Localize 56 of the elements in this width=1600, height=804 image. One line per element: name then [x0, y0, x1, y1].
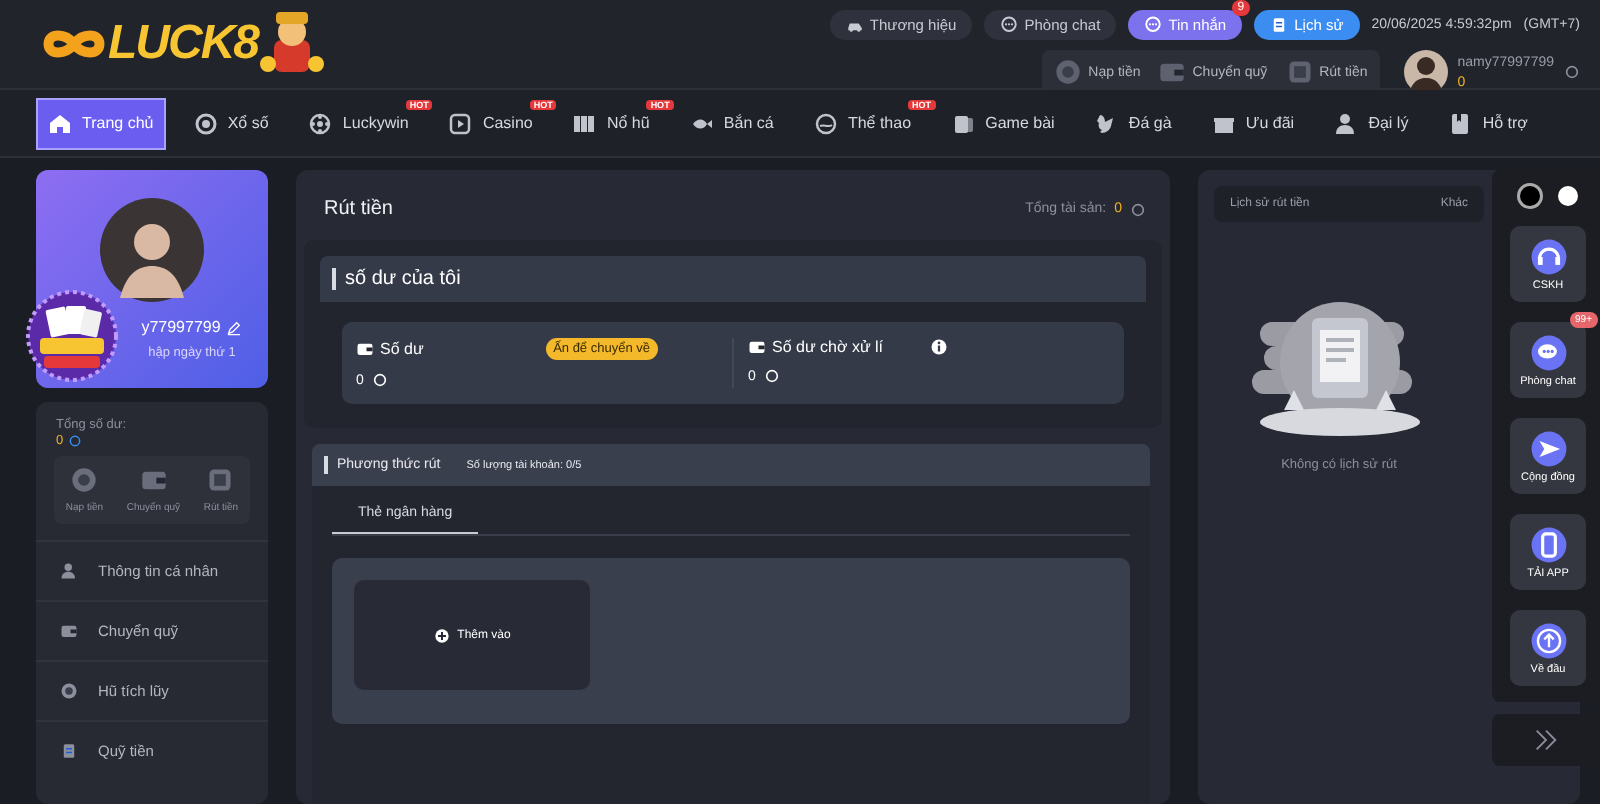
bird-icon: [1094, 111, 1119, 135]
balance-label: Số dư: [380, 340, 424, 358]
nav-tab[interactable]: Game bài: [939, 97, 1067, 149]
theme-toggle[interactable]: [1557, 186, 1577, 206]
document-icon: [1270, 16, 1289, 34]
wallet-icon: [1158, 58, 1187, 86]
nav-tab[interactable]: Ưu đãi: [1199, 97, 1307, 149]
send-icon: [1529, 429, 1567, 467]
play-icon: [448, 111, 473, 135]
chat-icon: [1000, 16, 1019, 34]
wallet-icon: [748, 338, 766, 356]
home-icon: [48, 111, 72, 135]
avatar: [100, 198, 204, 302]
section-title: số dư của tôi: [345, 268, 461, 290]
nav-tab[interactable]: Xổ số: [181, 97, 281, 149]
refresh-icon: [763, 368, 780, 384]
ring-icon: [193, 111, 218, 135]
chat-icon: [1144, 16, 1163, 34]
nav-tab[interactable]: Đá gà: [1082, 97, 1184, 149]
grid-icon: [572, 111, 597, 135]
info-icon: [929, 338, 948, 356]
coin-icon: [70, 466, 99, 494]
person-icon: [60, 562, 78, 580]
refresh-icon: [371, 372, 388, 388]
safe-icon: [1285, 58, 1314, 86]
book-icon: [1448, 111, 1473, 135]
coin-icon: [1054, 58, 1083, 86]
person-icon: [1334, 111, 1359, 135]
chevrons-icon: [1532, 726, 1560, 754]
card-icon: [951, 111, 976, 135]
phone-icon: [1529, 525, 1567, 563]
ball-icon: [308, 111, 333, 135]
plus-icon: [433, 627, 450, 643]
document-icon: [60, 742, 78, 760]
nav-tab[interactable]: Đại lý: [1322, 97, 1421, 149]
refresh-icon: [1130, 201, 1146, 217]
profile-username: y77997799: [141, 318, 221, 336]
refresh-icon: [67, 434, 82, 448]
nav-tab[interactable]: Trang chủ: [36, 97, 166, 149]
balance-label: Số dư chờ xử lí: [772, 338, 884, 356]
swirl-icon: [813, 111, 838, 135]
wallet-icon: [60, 622, 78, 640]
wallet-icon: [139, 466, 168, 494]
arrow-up-icon: [1529, 621, 1567, 659]
nav-tab[interactable]: Bắn cá: [677, 97, 786, 149]
safe-icon: [206, 466, 235, 494]
theme-toggle[interactable]: [1519, 186, 1539, 206]
coin-icon: [60, 682, 78, 700]
pencil-icon: [226, 319, 243, 335]
page-title: Rút tiền: [324, 198, 393, 220]
chat-icon: [1529, 333, 1567, 371]
wallet-icon: [356, 340, 374, 358]
nav-tab[interactable]: Hỗ trợ: [1436, 97, 1540, 149]
logo-text: LUCK8: [108, 16, 259, 72]
headset-icon: [1529, 237, 1567, 275]
refresh-icon: [1564, 64, 1580, 80]
